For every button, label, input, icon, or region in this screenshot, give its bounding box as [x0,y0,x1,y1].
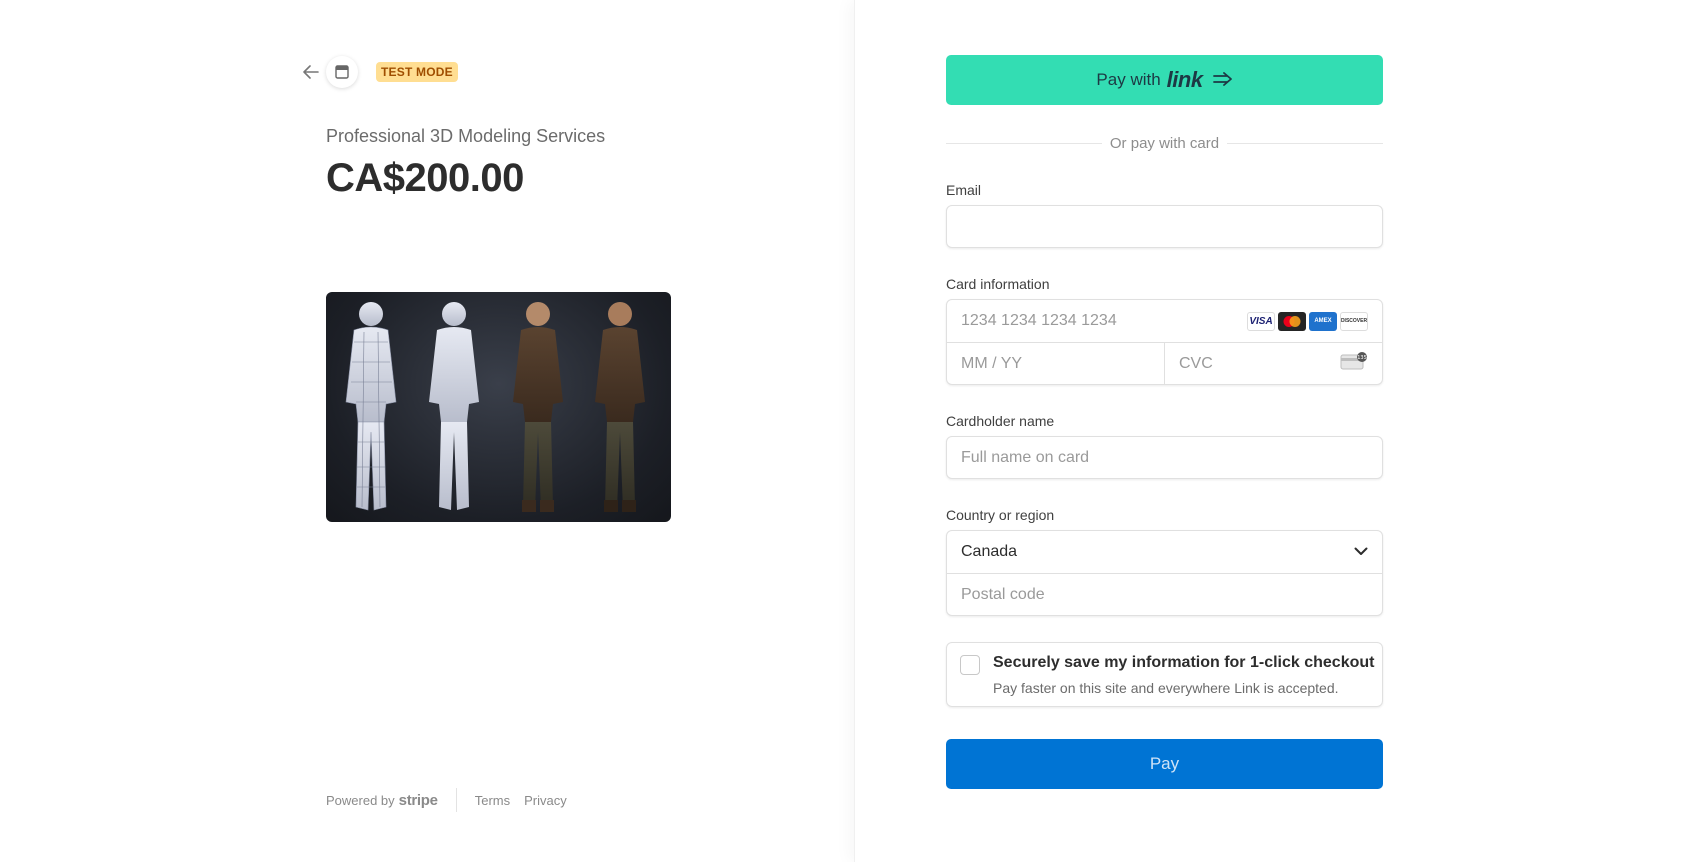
figure-final [595,302,645,512]
cardholder-group: Cardholder name Full name on card [946,413,1383,479]
email-group: Email [946,182,1383,248]
card-info-stack: 1234 1234 1234 1234 VISA AMEX DISCOVER M… [946,299,1383,385]
email-field[interactable] [946,205,1383,248]
card-info-label: Card information [946,276,1050,292]
terms-link[interactable]: Terms [475,793,510,808]
save-info-subtitle: Pay faster on this site and everywhere L… [993,680,1339,696]
link-arrow-icon [1212,69,1233,92]
or-divider-text: Or pay with card [1109,135,1220,152]
card-number-field[interactable]: 1234 1234 1234 1234 VISA AMEX DISCOVER [947,300,1382,342]
save-info-title: Securely save my information for 1-click… [993,654,1375,671]
cvc-placeholder: CVC [1179,354,1213,372]
svg-text:135: 135 [1357,355,1367,361]
cardholder-name-field[interactable]: Full name on card [946,436,1383,479]
summary-header: TEST MODE [300,56,458,88]
postal-placeholder: Postal code [961,585,1045,603]
cardholder-placeholder: Full name on card [961,448,1090,466]
postal-code-field[interactable]: Postal code [947,573,1382,615]
cvc-field[interactable]: CVC 135 [1164,343,1382,384]
address-stack: Canada Postal code [946,530,1383,616]
divider-line-right [1227,143,1383,144]
mastercard-icon [1278,311,1306,331]
card-group: Card information 1234 1234 1234 1234 VIS… [946,276,1383,385]
country-group: Country or region Canada Postal code [946,507,1383,616]
visa-icon: VISA [1247,311,1275,331]
figure-clay [429,302,479,510]
privacy-link[interactable]: Privacy [524,793,567,808]
country-value: Canada [961,543,1018,560]
test-mode-badge: TEST MODE [376,62,458,82]
save-info-box: Securely save my information for 1-click… [946,642,1383,707]
product-name: Professional 3D Modeling Services [326,126,606,146]
amex-icon: AMEX [1309,311,1337,331]
powered-by-stripe[interactable]: Powered by stripe [326,792,438,809]
or-divider: Or pay with card [946,135,1383,152]
card-number-placeholder: 1234 1234 1234 1234 [961,312,1117,329]
order-summary-panel: TEST MODE Professional 3D Modeling Servi… [0,0,854,862]
expiry-placeholder: MM / YY [961,354,1023,372]
link-logo: link [1166,67,1203,92]
expiry-field[interactable]: MM / YY [947,343,1164,384]
card-brands: VISA AMEX DISCOVER [1247,311,1368,331]
store-icon[interactable] [326,56,358,88]
product-price: CA$200.00 [326,156,524,200]
save-info-checkbox[interactable] [960,655,980,675]
footer-divider [455,788,457,812]
divider-line-left [946,143,1102,144]
email-label: Email [946,182,982,198]
country-select[interactable]: Canada [947,531,1382,573]
footer: Powered by stripe Terms Privacy [326,788,581,812]
pay-button[interactable]: Pay [946,739,1383,789]
chevron-down-icon [1354,543,1368,561]
stripe-logo: stripe [398,791,438,809]
country-label: Country or region [946,507,1055,523]
pay-with-link-prefix: Pay with [1096,70,1161,89]
cvc-card-icon: 135 [1340,351,1368,376]
figure-textured [513,302,563,512]
cardholder-label: Cardholder name [946,413,1055,429]
payment-form: Pay with link Or pay with card Email Car… [946,55,1383,789]
figure-wireframe [345,302,397,511]
powered-by-label: Powered by [326,792,395,808]
product-image [326,292,671,522]
pay-with-link-button[interactable]: Pay with link [946,55,1383,105]
expiry-cvc-row: MM / YY CVC 135 [947,342,1382,384]
back-arrow-icon[interactable] [300,61,322,83]
discover-icon: DISCOVER [1340,311,1368,331]
